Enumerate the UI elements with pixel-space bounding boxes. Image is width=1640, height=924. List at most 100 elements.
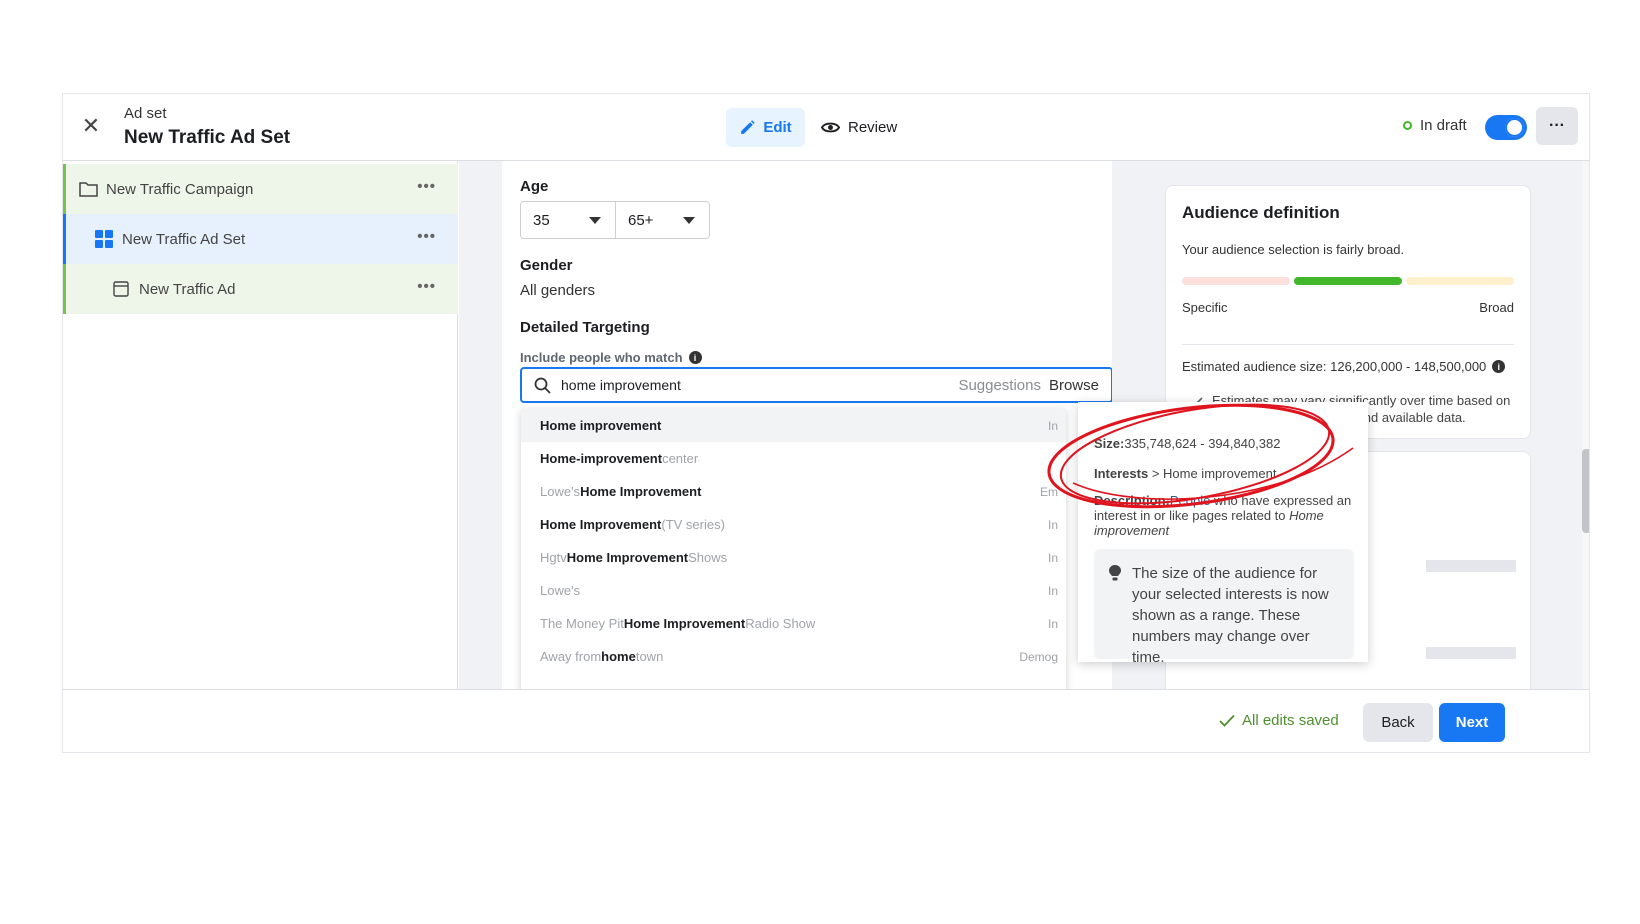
search-icon: [534, 377, 551, 394]
age-min-value: 35: [533, 211, 550, 229]
list-item[interactable]: Away from home town Demog: [521, 640, 1066, 673]
audience-definition-card: Audience definition Your audience select…: [1165, 185, 1531, 439]
more-options-button[interactable]: ···: [1536, 107, 1578, 145]
interest-details-tooltip: Size:335,748,624 - 394,840,382 Interests…: [1078, 402, 1368, 666]
audience-title: Audience definition: [1182, 203, 1340, 222]
tooltip-note: The size of the audience for your select…: [1094, 549, 1354, 666]
specific-label: Specific: [1182, 300, 1228, 315]
broad-label: Broad: [1479, 300, 1514, 315]
description-label: Description:: [1094, 493, 1170, 508]
interests-label: Interests: [1094, 466, 1149, 481]
info-icon[interactable]: i: [1492, 360, 1506, 373]
estimated-size-text: Estimated audience size: 126,200,000 - 1…: [1182, 359, 1487, 374]
size-value: 335,748,624 - 394,840,382: [1124, 436, 1281, 451]
result-category: In: [1047, 418, 1058, 433]
review-button[interactable]: Review: [821, 108, 897, 147]
audience-meter: [1182, 277, 1514, 285]
campaign-more-button[interactable]: •••: [417, 178, 436, 195]
result-category: In: [1047, 550, 1058, 565]
scrollbar-thumb[interactable]: [1582, 449, 1589, 533]
pencil-icon: [741, 120, 756, 134]
detailed-targeting-label: Detailed Targeting: [520, 319, 650, 336]
sidebar-item-adset[interactable]: New Traffic Ad Set •••: [63, 214, 458, 264]
result-prefix: Lowe's: [540, 583, 581, 598]
adset-more-button[interactable]: •••: [417, 228, 436, 245]
grid-icon: [94, 229, 114, 249]
age-label: Age: [520, 178, 549, 195]
targeting-hint-text: Include people who match: [520, 350, 683, 365]
sidebar-item-label: New Traffic Campaign: [106, 180, 254, 198]
lightbulb-icon: [1109, 565, 1121, 581]
size-label: Size:: [1094, 436, 1125, 451]
description-link[interactable]: People: [1170, 493, 1210, 508]
ad-more-button[interactable]: •••: [417, 278, 436, 295]
list-item[interactable]: Home Improvement (TV series) In: [521, 508, 1066, 541]
tooltip-interests: Interests > Home improvement: [1094, 466, 1276, 481]
result-match: Home Improvement: [623, 616, 746, 631]
sidebar-item-label: New Traffic Ad: [139, 280, 236, 298]
result-prefix: Away from: [540, 649, 602, 664]
audience-description: Your audience selection is fairly broad.: [1182, 242, 1405, 257]
meter-active-segment: [1294, 277, 1402, 285]
chevron-down-icon: [683, 217, 695, 224]
sidebar-item-label: New Traffic Ad Set: [122, 230, 246, 248]
list-item[interactable]: Hgtv Home Improvement Shows In: [521, 541, 1066, 574]
scrollbar[interactable]: [1582, 161, 1589, 689]
result-category: In: [1047, 616, 1058, 631]
result-match: Home Improvement: [540, 517, 662, 532]
publish-toggle[interactable]: [1485, 115, 1527, 140]
toggle-knob: [1505, 118, 1524, 137]
chevron-down-icon: [589, 217, 601, 224]
divider: [1182, 344, 1514, 345]
sidebar-item-ad[interactable]: New Traffic Ad •••: [63, 264, 458, 314]
gender-label: Gender: [520, 257, 573, 274]
list-item[interactable]: Home improvement In: [521, 409, 1066, 442]
main-content: Age 35 65+ Gender All genders Detailed T…: [459, 161, 1149, 689]
suggestions-link[interactable]: Suggestions: [958, 377, 1041, 394]
list-item[interactable]: The Money Pit Home Improvement Radio Sho…: [521, 607, 1066, 640]
result-match: Home Improvement: [566, 550, 689, 565]
edit-label: Edit: [763, 119, 792, 136]
next-button[interactable]: Next: [1439, 703, 1505, 742]
result-category: Demog: [1019, 649, 1058, 664]
save-status-text: All edits saved: [1242, 712, 1339, 729]
result-match: Home Improvement: [580, 484, 702, 499]
result-match: home: [601, 649, 636, 664]
targeting-hint: Include people who match i: [520, 350, 702, 365]
meter-broad-segment: [1406, 277, 1514, 285]
close-icon[interactable]: ✕: [79, 114, 103, 138]
age-max-select[interactable]: 65+: [615, 201, 710, 239]
info-icon[interactable]: i: [688, 351, 702, 364]
header-bar: ✕ Ad set New Traffic Ad Set Edit Review …: [63, 94, 1589, 161]
folder-icon: [78, 179, 98, 199]
search-input[interactable]: [561, 377, 951, 393]
ad-icon: [111, 279, 131, 299]
list-item[interactable]: Lowe's Home Improvement Em: [521, 475, 1066, 508]
estimated-size: Estimated audience size: 126,200,000 - 1…: [1182, 359, 1506, 374]
result-suffix: (TV series): [661, 517, 725, 532]
list-item[interactable]: Home-improvement center: [521, 442, 1066, 475]
sidebar-item-campaign[interactable]: New Traffic Campaign •••: [63, 164, 458, 214]
list-item[interactable]: Lowe's In: [521, 574, 1066, 607]
result-match: Home-improvement: [540, 451, 663, 466]
page-title: New Traffic Ad Set: [124, 127, 291, 148]
tooltip-description: Description:People who have expressed an…: [1094, 493, 1352, 538]
back-button[interactable]: Back: [1363, 703, 1433, 742]
header-subtitle: Ad set: [124, 105, 167, 122]
meter-specific-segment: [1182, 277, 1290, 285]
browse-link[interactable]: Browse: [1049, 377, 1099, 394]
status-label: In draft: [1420, 117, 1467, 134]
tooltip-size: Size:335,748,624 - 394,840,382: [1094, 436, 1280, 451]
result-prefix: Lowe's: [540, 484, 581, 499]
result-prefix: The Money Pit: [540, 616, 624, 631]
edit-button[interactable]: Edit: [726, 108, 805, 147]
age-max-value: 65+: [628, 211, 654, 229]
gender-value: All genders: [520, 282, 596, 299]
status-dot-icon: [1403, 121, 1412, 130]
interests-path: > Home improvement: [1148, 466, 1277, 481]
targeting-form: Age 35 65+ Gender All genders Detailed T…: [502, 161, 1112, 689]
result-suffix: Radio Show: [745, 616, 816, 631]
loading-placeholder: [1426, 560, 1516, 572]
loading-placeholder: [1426, 647, 1516, 659]
age-min-select[interactable]: 35: [520, 201, 616, 239]
